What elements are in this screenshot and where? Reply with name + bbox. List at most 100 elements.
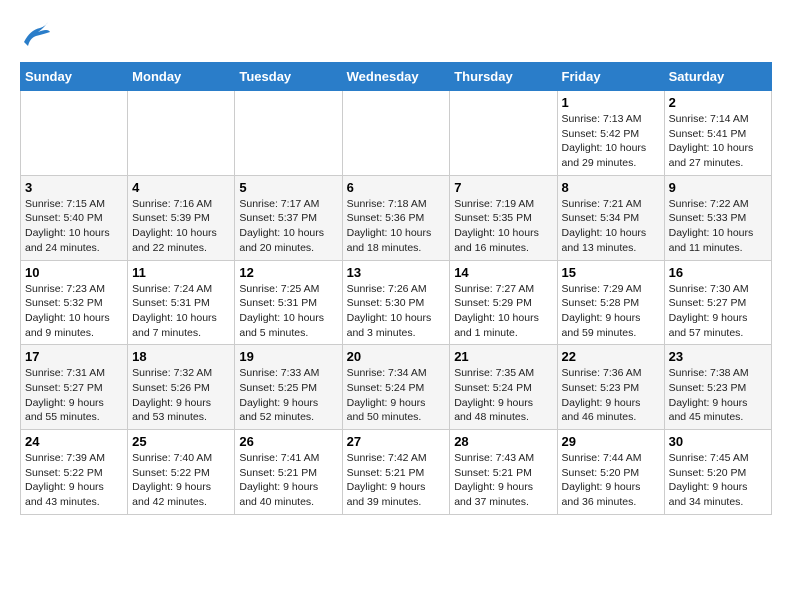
calendar-cell: 3 Sunrise: 7:15 AMSunset: 5:40 PMDaylight…: [21, 175, 128, 260]
day-number: 10: [25, 265, 123, 280]
day-info: Sunrise: 7:24 AMSunset: 5:31 PMDaylight:…: [132, 282, 230, 341]
calendar-cell: 10 Sunrise: 7:23 AMSunset: 5:32 PMDayligh…: [21, 260, 128, 345]
day-number: 25: [132, 434, 230, 449]
day-info: Sunrise: 7:43 AMSunset: 5:21 PMDaylight:…: [454, 451, 552, 510]
calendar-cell: [342, 91, 450, 176]
weekday-header: Sunday: [21, 63, 128, 91]
day-number: 30: [669, 434, 767, 449]
day-info: Sunrise: 7:17 AMSunset: 5:37 PMDaylight:…: [239, 197, 337, 256]
page-header: [20, 20, 772, 52]
calendar-cell: 1 Sunrise: 7:13 AMSunset: 5:42 PMDaylight…: [557, 91, 664, 176]
calendar-cell: 21 Sunrise: 7:35 AMSunset: 5:24 PMDayligh…: [450, 345, 557, 430]
calendar-cell: 19 Sunrise: 7:33 AMSunset: 5:25 PMDayligh…: [235, 345, 342, 430]
day-number: 24: [25, 434, 123, 449]
day-info: Sunrise: 7:25 AMSunset: 5:31 PMDaylight:…: [239, 282, 337, 341]
day-number: 6: [347, 180, 446, 195]
logo-icon: [20, 20, 52, 52]
day-info: Sunrise: 7:35 AMSunset: 5:24 PMDaylight:…: [454, 366, 552, 425]
day-info: Sunrise: 7:23 AMSunset: 5:32 PMDaylight:…: [25, 282, 123, 341]
day-info: Sunrise: 7:16 AMSunset: 5:39 PMDaylight:…: [132, 197, 230, 256]
calendar-cell: 13Sunrise: 7:26 AMSunset: 5:30 PMDayligh…: [342, 260, 450, 345]
logo: [20, 20, 56, 52]
calendar-cell: 7 Sunrise: 7:19 AMSunset: 5:35 PMDaylight…: [450, 175, 557, 260]
day-info: Sunrise: 7:33 AMSunset: 5:25 PMDaylight:…: [239, 366, 337, 425]
day-info: Sunrise: 7:30 AMSunset: 5:27 PMDaylight:…: [669, 282, 767, 341]
day-info: Sunrise: 7:34 AMSunset: 5:24 PMDaylight:…: [347, 366, 446, 425]
calendar-cell: 8Sunrise: 7:21 AMSunset: 5:34 PMDaylight…: [557, 175, 664, 260]
calendar-cell: [21, 91, 128, 176]
day-number: 11: [132, 265, 230, 280]
calendar-cell: 30 Sunrise: 7:45 AMSunset: 5:20 PMDayligh…: [664, 430, 771, 515]
weekday-header: Saturday: [664, 63, 771, 91]
day-number: 5: [239, 180, 337, 195]
day-number: 2: [669, 95, 767, 110]
day-number: 15: [562, 265, 660, 280]
weekday-header: Wednesday: [342, 63, 450, 91]
calendar-cell: [450, 91, 557, 176]
calendar-cell: 28Sunrise: 7:43 AMSunset: 5:21 PMDayligh…: [450, 430, 557, 515]
day-number: 27: [347, 434, 446, 449]
day-number: 12: [239, 265, 337, 280]
day-info: Sunrise: 7:40 AMSunset: 5:22 PMDaylight:…: [132, 451, 230, 510]
calendar-table: SundayMondayTuesdayWednesdayThursdayFrid…: [20, 62, 772, 515]
day-number: 21: [454, 349, 552, 364]
calendar-cell: 23 Sunrise: 7:38 AMSunset: 5:23 PMDayligh…: [664, 345, 771, 430]
day-number: 1: [562, 95, 660, 110]
day-number: 14: [454, 265, 552, 280]
calendar-cell: 14 Sunrise: 7:27 AMSunset: 5:29 PMDayligh…: [450, 260, 557, 345]
calendar-week-row: 24 Sunrise: 7:39 AMSunset: 5:22 PMDayligh…: [21, 430, 772, 515]
day-info: Sunrise: 7:41 AMSunset: 5:21 PMDaylight:…: [239, 451, 337, 510]
calendar-cell: 11 Sunrise: 7:24 AMSunset: 5:31 PMDayligh…: [128, 260, 235, 345]
day-info: Sunrise: 7:44 AMSunset: 5:20 PMDaylight:…: [562, 451, 660, 510]
day-info: Sunrise: 7:39 AMSunset: 5:22 PMDaylight:…: [25, 451, 123, 510]
weekday-header: Thursday: [450, 63, 557, 91]
day-number: 16: [669, 265, 767, 280]
day-info: Sunrise: 7:15 AMSunset: 5:40 PMDaylight:…: [25, 197, 123, 256]
weekday-header: Tuesday: [235, 63, 342, 91]
calendar-cell: 27 Sunrise: 7:42 AMSunset: 5:21 PMDayligh…: [342, 430, 450, 515]
day-number: 19: [239, 349, 337, 364]
calendar-cell: [235, 91, 342, 176]
calendar-cell: 24 Sunrise: 7:39 AMSunset: 5:22 PMDayligh…: [21, 430, 128, 515]
weekday-header: Monday: [128, 63, 235, 91]
day-number: 9: [669, 180, 767, 195]
day-number: 3: [25, 180, 123, 195]
day-number: 7: [454, 180, 552, 195]
day-info: Sunrise: 7:27 AMSunset: 5:29 PMDaylight:…: [454, 282, 552, 341]
calendar-cell: 20Sunrise: 7:34 AMSunset: 5:24 PMDayligh…: [342, 345, 450, 430]
calendar-cell: 26 Sunrise: 7:41 AMSunset: 5:21 PMDayligh…: [235, 430, 342, 515]
day-info: Sunrise: 7:42 AMSunset: 5:21 PMDaylight:…: [347, 451, 446, 510]
day-info: Sunrise: 7:38 AMSunset: 5:23 PMDaylight:…: [669, 366, 767, 425]
day-info: Sunrise: 7:29 AMSunset: 5:28 PMDaylight:…: [562, 282, 660, 341]
day-info: Sunrise: 7:31 AMSunset: 5:27 PMDaylight:…: [25, 366, 123, 425]
calendar-cell: 22Sunrise: 7:36 AMSunset: 5:23 PMDayligh…: [557, 345, 664, 430]
calendar-week-row: 17 Sunrise: 7:31 AMSunset: 5:27 PMDayligh…: [21, 345, 772, 430]
day-info: Sunrise: 7:32 AMSunset: 5:26 PMDaylight:…: [132, 366, 230, 425]
day-number: 29: [562, 434, 660, 449]
calendar-cell: 16 Sunrise: 7:30 AMSunset: 5:27 PMDayligh…: [664, 260, 771, 345]
day-info: Sunrise: 7:19 AMSunset: 5:35 PMDaylight:…: [454, 197, 552, 256]
day-number: 23: [669, 349, 767, 364]
calendar-cell: 18Sunrise: 7:32 AMSunset: 5:26 PMDayligh…: [128, 345, 235, 430]
day-number: 17: [25, 349, 123, 364]
day-info: Sunrise: 7:14 AMSunset: 5:41 PMDaylight:…: [669, 112, 767, 171]
day-number: 13: [347, 265, 446, 280]
day-info: Sunrise: 7:18 AMSunset: 5:36 PMDaylight:…: [347, 197, 446, 256]
calendar-cell: 9Sunrise: 7:22 AMSunset: 5:33 PMDaylight…: [664, 175, 771, 260]
calendar-cell: 5 Sunrise: 7:17 AMSunset: 5:37 PMDaylight…: [235, 175, 342, 260]
day-number: 8: [562, 180, 660, 195]
day-info: Sunrise: 7:45 AMSunset: 5:20 PMDaylight:…: [669, 451, 767, 510]
day-number: 26: [239, 434, 337, 449]
weekday-header: Friday: [557, 63, 664, 91]
calendar-cell: 4 Sunrise: 7:16 AMSunset: 5:39 PMDaylight…: [128, 175, 235, 260]
calendar-cell: 29 Sunrise: 7:44 AMSunset: 5:20 PMDayligh…: [557, 430, 664, 515]
calendar-cell: 2 Sunrise: 7:14 AMSunset: 5:41 PMDaylight…: [664, 91, 771, 176]
calendar-week-row: 3 Sunrise: 7:15 AMSunset: 5:40 PMDaylight…: [21, 175, 772, 260]
calendar-week-row: 10 Sunrise: 7:23 AMSunset: 5:32 PMDayligh…: [21, 260, 772, 345]
calendar-cell: 25 Sunrise: 7:40 AMSunset: 5:22 PMDayligh…: [128, 430, 235, 515]
day-info: Sunrise: 7:13 AMSunset: 5:42 PMDaylight:…: [562, 112, 660, 171]
day-number: 4: [132, 180, 230, 195]
calendar-cell: 6 Sunrise: 7:18 AMSunset: 5:36 PMDaylight…: [342, 175, 450, 260]
calendar-cell: 15 Sunrise: 7:29 AMSunset: 5:28 PMDayligh…: [557, 260, 664, 345]
day-number: 22: [562, 349, 660, 364]
